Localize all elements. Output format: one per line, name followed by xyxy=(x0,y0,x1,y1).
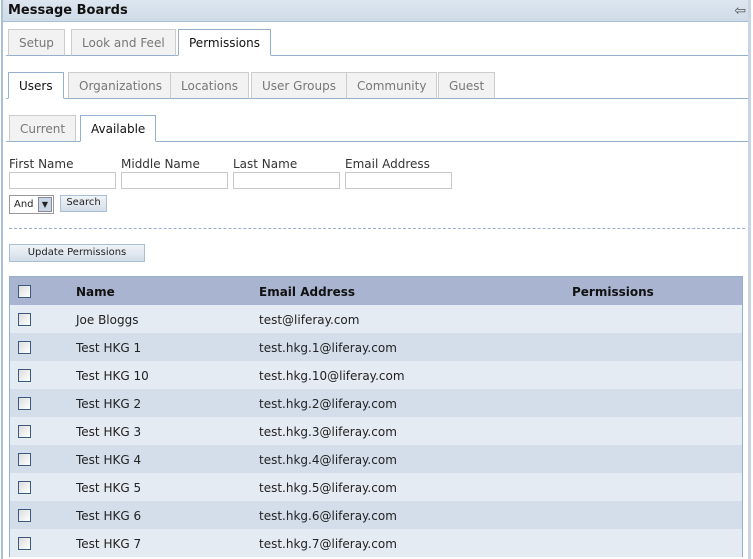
table-row: Test HKG 3 test.hkg.3@liferay.com xyxy=(10,417,742,445)
search-button[interactable]: Search xyxy=(60,195,107,212)
tab-users[interactable]: Users xyxy=(8,72,64,99)
user-email: test.hkg.4@liferay.com xyxy=(259,453,397,467)
row-checkbox[interactable] xyxy=(18,453,31,466)
middle-name-label: Middle Name xyxy=(121,157,200,171)
user-name: Test HKG 3 xyxy=(76,425,142,439)
tab-locations[interactable]: Locations xyxy=(170,72,250,99)
user-name: Test HKG 10 xyxy=(76,369,149,383)
first-name-label: First Name xyxy=(9,157,74,171)
row-checkbox[interactable] xyxy=(18,537,31,550)
user-email: test.hkg.10@liferay.com xyxy=(259,369,405,383)
first-name-input[interactable] xyxy=(9,172,116,189)
tab-look-and-feel[interactable]: Look and Feel xyxy=(71,29,176,56)
user-name: Test HKG 1 xyxy=(76,341,142,355)
update-permissions-button[interactable]: Update Permissions xyxy=(9,244,145,262)
row-checkbox[interactable] xyxy=(18,397,31,410)
table-row: Joe Bloggs test@liferay.com xyxy=(10,305,742,333)
table-row: Test HKG 5 test.hkg.5@liferay.com xyxy=(10,473,742,501)
tab-current[interactable]: Current xyxy=(9,115,77,142)
table-row: Test HKG 10 test.hkg.10@liferay.com xyxy=(10,361,742,389)
divider xyxy=(9,228,745,229)
user-name: Test HKG 5 xyxy=(76,481,142,495)
row-checkbox[interactable] xyxy=(18,509,31,522)
users-table: Name Email Address Permissions Joe Blogg… xyxy=(9,276,743,557)
chevron-down-icon: ▼ xyxy=(38,197,52,212)
tab-guest[interactable]: Guest xyxy=(438,72,496,99)
table-row: Test HKG 7 test.hkg.7@liferay.com xyxy=(10,529,742,557)
row-checkbox[interactable] xyxy=(18,313,31,326)
role-tabs: Users Organizations Locations User Group… xyxy=(6,71,748,99)
tab-available[interactable]: Available xyxy=(80,115,157,142)
select-value: And xyxy=(14,199,34,210)
user-name: Test HKG 2 xyxy=(76,397,142,411)
header-email: Email Address xyxy=(259,285,356,299)
table-row: Test HKG 4 test.hkg.4@liferay.com xyxy=(10,445,742,473)
config-tabs: Setup Look and Feel Permissions xyxy=(6,28,748,56)
user-name: Test HKG 7 xyxy=(76,537,142,551)
tab-permissions[interactable]: Permissions xyxy=(178,29,271,56)
email-address-input[interactable] xyxy=(345,172,452,189)
header-permissions: Permissions xyxy=(572,285,654,299)
row-checkbox[interactable] xyxy=(18,341,31,354)
user-email: test.hkg.1@liferay.com xyxy=(259,341,397,355)
user-name: Test HKG 6 xyxy=(76,509,142,523)
tab-organizations[interactable]: Organizations xyxy=(68,72,173,99)
row-checkbox[interactable] xyxy=(18,425,31,438)
and-or-select[interactable]: And ▼ xyxy=(9,195,54,214)
list-tabs: Current Available xyxy=(6,114,748,142)
user-name: Joe Bloggs xyxy=(76,313,139,327)
last-name-label: Last Name xyxy=(233,157,298,171)
user-name: Test HKG 4 xyxy=(76,453,142,467)
table-row: Test HKG 1 test.hkg.1@liferay.com xyxy=(10,333,742,361)
user-email: test.hkg.2@liferay.com xyxy=(259,397,397,411)
user-email: test@liferay.com xyxy=(259,313,360,327)
header-name: Name xyxy=(76,285,115,299)
title-bar: Message Boards ⇦ xyxy=(3,0,748,22)
table-header: Name Email Address Permissions xyxy=(10,277,742,305)
row-checkbox[interactable] xyxy=(18,481,31,494)
tab-community[interactable]: Community xyxy=(346,72,438,99)
user-email: test.hkg.6@liferay.com xyxy=(259,509,397,523)
middle-name-input[interactable] xyxy=(121,172,228,189)
row-checkbox[interactable] xyxy=(18,369,31,382)
back-arrow-icon[interactable]: ⇦ xyxy=(734,3,746,19)
portlet-title: Message Boards xyxy=(8,3,128,18)
table-row: Test HKG 2 test.hkg.2@liferay.com xyxy=(10,389,742,417)
email-address-label: Email Address xyxy=(345,157,430,171)
last-name-input[interactable] xyxy=(233,172,340,189)
select-all-checkbox[interactable] xyxy=(18,285,31,298)
user-email: test.hkg.5@liferay.com xyxy=(259,481,397,495)
user-email: test.hkg.3@liferay.com xyxy=(259,425,397,439)
tab-user-groups[interactable]: User Groups xyxy=(251,72,347,99)
user-email: test.hkg.7@liferay.com xyxy=(259,537,397,551)
tab-setup[interactable]: Setup xyxy=(8,29,65,56)
table-row: Test HKG 6 test.hkg.6@liferay.com xyxy=(10,501,742,529)
